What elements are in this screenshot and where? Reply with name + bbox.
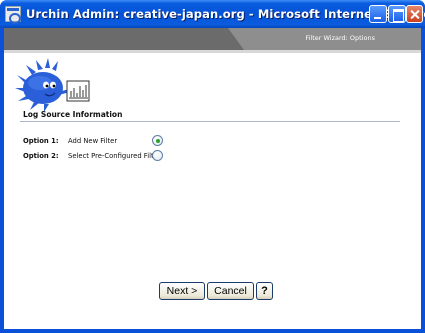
page-content: Filter Wizard: Options Log Source Inform… [4,28,421,329]
ie-page-icon[interactable] [5,6,21,24]
option-2-description: Select Pre-Configured Filter [68,152,161,160]
option-1-radio[interactable] [152,135,163,146]
next-button[interactable]: Next > [159,282,205,300]
option-1-name: Option 1: [23,137,59,145]
minimize-icon[interactable] [369,5,387,23]
header-underline [4,50,421,53]
radio-selected-dot [156,139,160,143]
title-bar[interactable]: Urchin Admin: creative-japan.org - Micro… [0,0,425,28]
option-1-description: Add New Filter [68,137,118,145]
close-icon[interactable] [406,5,423,23]
urchin-mascot-icon [15,58,90,112]
window-title: Urchin Admin: creative-japan.org - Micro… [26,7,425,21]
maximize-icon[interactable] [388,5,406,23]
help-button[interactable]: ? [256,282,273,300]
browser-window: Urchin Admin: creative-japan.org - Micro… [0,0,425,333]
option-2-radio[interactable] [152,150,163,161]
section-divider [20,121,400,122]
cancel-button[interactable]: Cancel [207,282,254,300]
option-2-name: Option 2: [23,152,59,160]
section-title: Log Source Information [23,110,123,119]
wizard-title: Filter Wizard: Options [305,34,375,42]
